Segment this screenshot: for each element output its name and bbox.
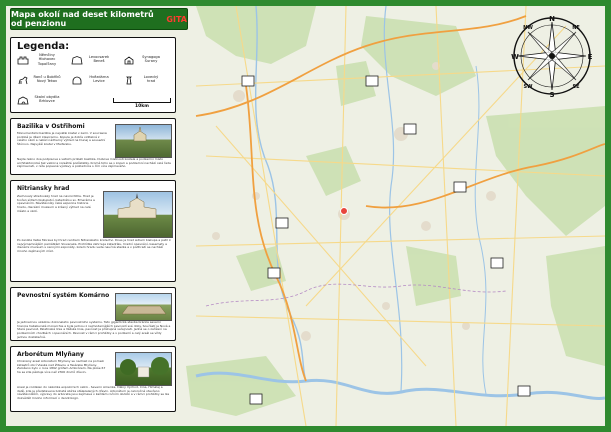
tower-marker[interactable]: [453, 181, 467, 193]
legend-item-label: Synagoga Šurany: [142, 55, 160, 64]
arboretum-marker[interactable]: [365, 75, 379, 87]
observatory-marker[interactable]: [403, 123, 417, 135]
cave-marker[interactable]: [490, 257, 504, 269]
synagogue-icon: [124, 56, 134, 65]
card-title: Nitriansky hrad: [17, 185, 70, 192]
scale-label: 10km: [135, 104, 149, 109]
scale-bar: [113, 98, 171, 103]
castle-icon: [71, 56, 83, 65]
legend-item-label: Skalní obydlia Brhlovce: [34, 95, 60, 104]
map-title-accent: GITA: [166, 14, 187, 24]
legend-panel: Legenda: Němčiny Hlohovec Topoľčany Levo…: [10, 37, 176, 113]
card-text: Monumentální bazilika je největší kostel…: [17, 132, 107, 147]
tower-icon: [126, 76, 132, 85]
compass-label-n: N: [549, 15, 555, 23]
basilica-marker[interactable]: [517, 385, 531, 397]
legend-heading: Legenda:: [17, 41, 70, 52]
card-text: Zachovalý středověký hrad na návrší Nitr…: [17, 195, 95, 213]
card-text: Nejde řekno dva podpisové s větším průbě…: [17, 158, 171, 169]
compass-label-nw: NW: [523, 25, 533, 31]
card-title: Arborétum Mlyňany: [17, 351, 84, 358]
map-title: Mapa okolí nad deset kilometrů od penzio…: [10, 8, 188, 30]
castle-photo: [103, 191, 173, 238]
legend-item-label: Němčiny Hlohovec Topoľčany: [37, 53, 57, 66]
card-text: Chráněný areál Arborétum Mlyňany se nach…: [17, 360, 106, 375]
card-fortress: Pevnostní systém Komárno Je jedinečnou u…: [10, 287, 176, 341]
compass-label-ne: NE: [572, 25, 580, 31]
compass-rose: N S E W NW NE SE SW: [511, 15, 593, 98]
card-text: Po zaniklé Velké Moravě byl hrad centrem…: [17, 239, 171, 254]
castle-marker[interactable]: [241, 75, 255, 87]
legend-item-label: Levocsarek Beneš: [88, 55, 110, 64]
fortress-photo: [115, 293, 172, 321]
legend-item-label: Lovecký hrad: [143, 75, 159, 84]
compass-label-se: SE: [572, 84, 580, 90]
card-title: Pevnostní systém Komárno: [17, 292, 110, 299]
card-arboretum: Arborétum Mlyňany Chráněný areál Arborét…: [10, 346, 176, 412]
fortress-marker[interactable]: [249, 393, 263, 405]
compass-label-sw: SW: [523, 84, 533, 90]
card-title: Bazilika v Ostřihomi: [17, 123, 85, 130]
map-title-text: Mapa okolí nad deset kilometrů od penzio…: [11, 10, 154, 28]
cave-icon: [17, 96, 29, 105]
card-text: Areál je rozdělen do několika expozičníc…: [17, 386, 170, 401]
card-basilica: Bazilika v Ostřihomi Monumentální bazili…: [10, 118, 176, 175]
horse-marker[interactable]: [267, 267, 281, 279]
synagogue-marker[interactable]: [275, 217, 289, 229]
basilica-photo: [115, 124, 172, 158]
map-frame: Mapa okolí nad deset kilometrů od penzio…: [0, 0, 611, 432]
legend-item-label: Hvězdárna Levice: [89, 75, 109, 84]
pension-location-marker[interactable]: [340, 207, 348, 215]
castle-icon: [17, 56, 29, 65]
horse-icon: [18, 76, 28, 85]
compass-label-w: W: [511, 53, 519, 61]
legend-item-label: Ranč u Bobříků Nový Tekov: [33, 75, 61, 84]
compass-label-s: S: [549, 91, 554, 98]
observatory-icon: [72, 76, 82, 85]
compass-label-e: E: [588, 53, 593, 61]
arboretum-photo: [115, 352, 172, 386]
card-text: Je jedinečnou ukázkou dokonalého pevnost…: [17, 321, 171, 339]
card-castle: Nitriansky hrad Zachovalý středověký hra…: [10, 180, 176, 282]
